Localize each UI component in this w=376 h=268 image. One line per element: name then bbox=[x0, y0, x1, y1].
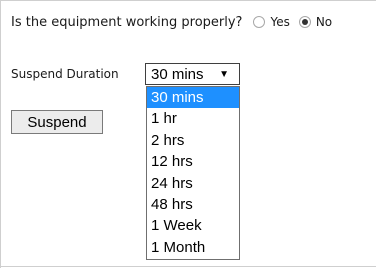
dropdown-option[interactable]: 12 hrs bbox=[147, 151, 239, 172]
suspend-duration-label: Suspend Duration bbox=[11, 67, 119, 81]
dropdown-option[interactable]: 30 mins bbox=[147, 87, 239, 109]
selected-duration-value: 30 mins bbox=[151, 65, 204, 83]
dropdown-option[interactable]: 2 hrs bbox=[147, 130, 239, 151]
yes-label: Yes bbox=[270, 15, 290, 29]
suspend-button[interactable]: Suspend bbox=[11, 110, 103, 134]
yes-radio[interactable] bbox=[253, 16, 266, 28]
dropdown-option[interactable]: 1 hr bbox=[147, 108, 239, 129]
no-radio[interactable] bbox=[298, 16, 311, 28]
yes-option[interactable]: Yes bbox=[253, 15, 290, 29]
no-label: No bbox=[315, 15, 333, 29]
dropdown-option[interactable]: 48 hrs bbox=[147, 194, 239, 215]
dropdown-option[interactable]: 24 hrs bbox=[147, 173, 239, 194]
caret-down-icon: ▼ bbox=[219, 68, 229, 80]
suspend-duration-select[interactable]: 30 mins ▼ bbox=[145, 63, 240, 85]
frame-left-border bbox=[0, 0, 1, 268]
dropdown-option[interactable]: 1 Month bbox=[147, 237, 239, 258]
suspend-duration-row: Suspend Duration bbox=[11, 64, 119, 84]
dropdown-option[interactable]: 1 Week bbox=[147, 215, 239, 236]
frame-bottom-border bbox=[0, 266, 376, 267]
no-option[interactable]: No bbox=[298, 15, 333, 29]
duration-dropdown-list: 30 mins 1 hr 2 hrs 12 hrs 24 hrs 48 hrs … bbox=[146, 86, 240, 260]
frame-top-border bbox=[0, 0, 376, 1]
equipment-question-label: Is the equipment working properly? bbox=[11, 14, 243, 30]
equipment-question-row: Is the equipment working properly? Yes N… bbox=[11, 13, 332, 31]
